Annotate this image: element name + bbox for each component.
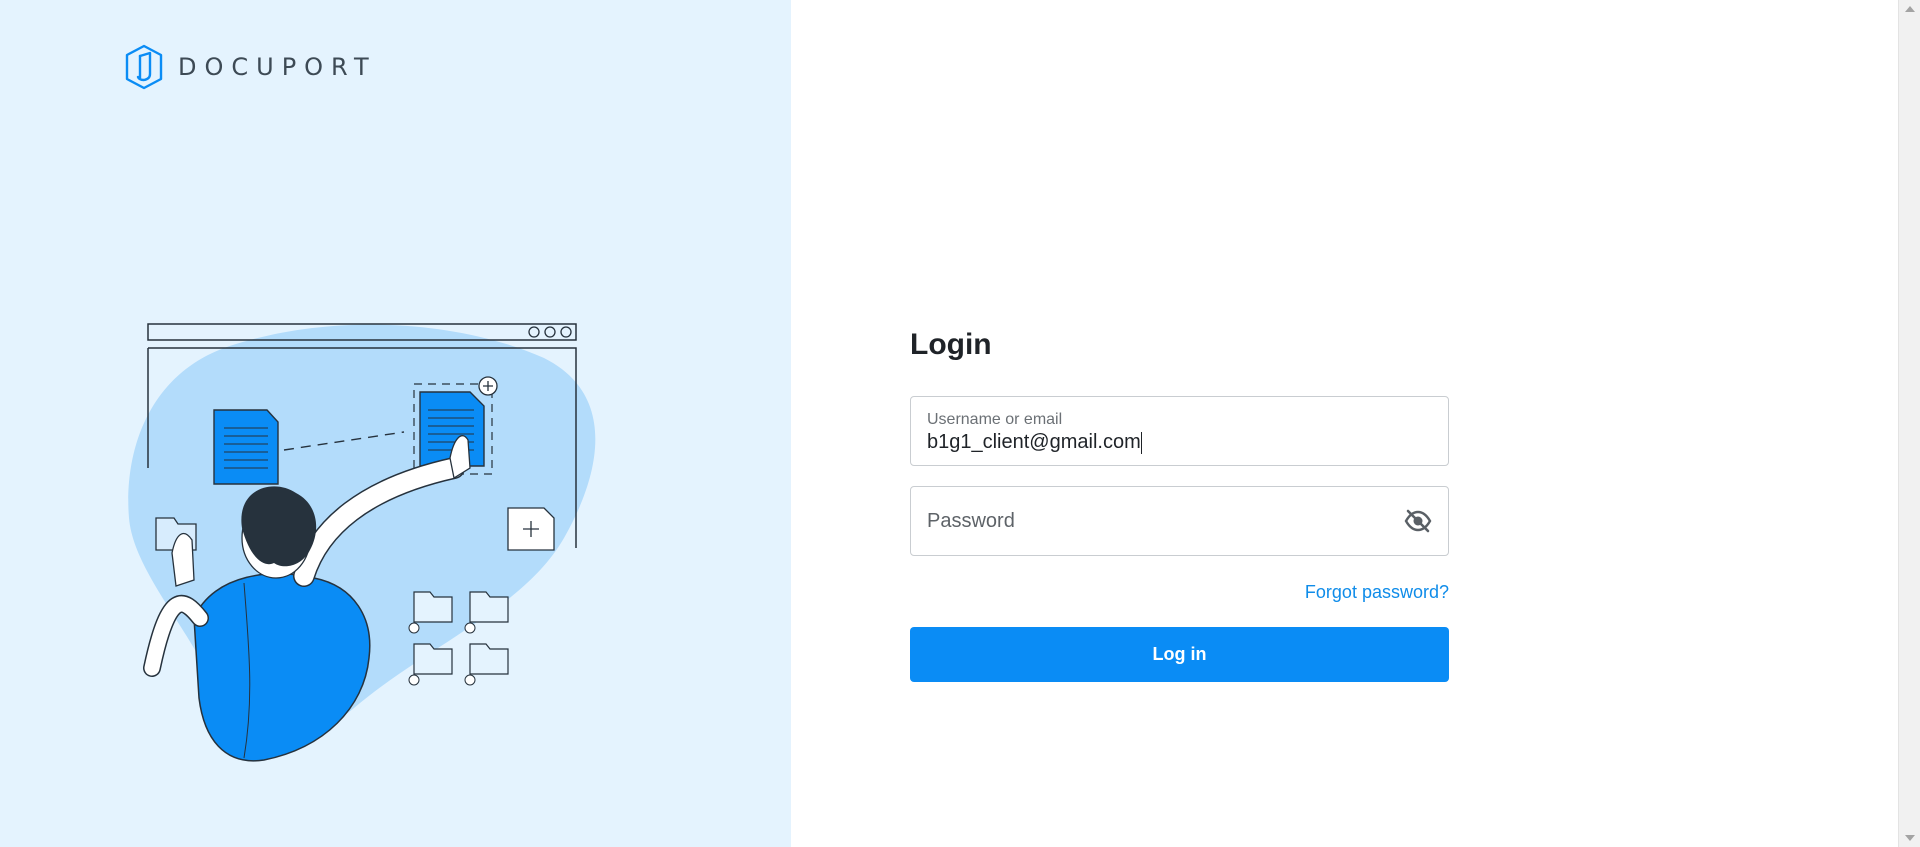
scroll-down-icon[interactable] — [1905, 835, 1915, 841]
brand-panel: DOCUPORT — [0, 0, 791, 847]
login-form: Login Username or email b1g1_client@gmai… — [910, 326, 1449, 682]
login-button[interactable]: Log in — [910, 627, 1449, 682]
docuport-logo-icon — [125, 44, 163, 90]
document-management-illustration — [128, 323, 596, 762]
page-title: Login — [910, 328, 992, 361]
username-input[interactable]: b1g1_client@gmail.com — [927, 431, 1407, 454]
forgot-password-link[interactable]: Forgot password? — [910, 582, 1449, 603]
username-field[interactable]: Username or email b1g1_client@gmail.com — [910, 396, 1449, 466]
logo: DOCUPORT — [124, 44, 377, 90]
password-field[interactable]: Password — [910, 486, 1449, 556]
vertical-scrollbar[interactable] — [1898, 0, 1920, 847]
scroll-up-icon[interactable] — [1905, 6, 1915, 12]
brand-name: DOCUPORT — [178, 53, 377, 81]
password-input[interactable]: Password — [927, 510, 1015, 533]
eye-slash-icon[interactable] — [1404, 509, 1432, 533]
text-caret — [1140, 431, 1142, 454]
app-root: DOCUPORT Login Username or email b1g1_cl… — [0, 0, 1920, 847]
login-panel: Login Username or email b1g1_client@gmai… — [791, 0, 1898, 847]
username-label: Username or email — [927, 411, 1063, 428]
